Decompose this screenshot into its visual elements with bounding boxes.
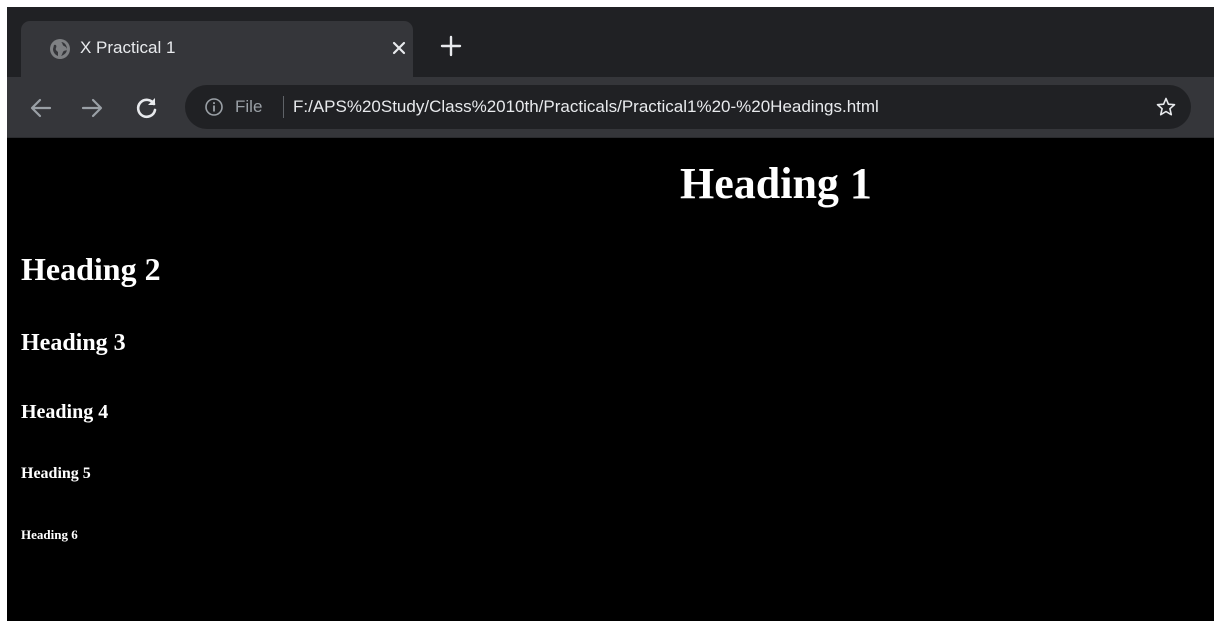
heading-6: Heading 6 (21, 527, 78, 542)
heading-3: Heading 3 (21, 330, 126, 356)
arrow-right-icon[interactable] (79, 95, 105, 121)
url-divider (283, 96, 284, 118)
reload-icon[interactable] (134, 95, 160, 121)
tab-title: X Practical 1 (80, 38, 176, 57)
plus-icon[interactable] (439, 34, 463, 58)
info-icon[interactable] (204, 97, 224, 117)
heading-2: Heading 2 (21, 251, 161, 287)
globe-icon (50, 39, 70, 59)
address-bar[interactable]: File F:/APS%20Study/Class%2010th/Practic… (185, 85, 1191, 129)
heading-4: Heading 4 (21, 401, 109, 423)
page-content: Heading 1 Heading 2 Heading 3 Heading 4 … (7, 138, 1214, 621)
url-text[interactable]: F:/APS%20Study/Class%2010th/Practicals/P… (293, 95, 879, 119)
tab-active[interactable]: X Practical 1 (21, 21, 413, 77)
heading-1: Heading 1 (680, 159, 872, 208)
arrow-left-icon[interactable] (28, 95, 54, 121)
browser-window: X Practical 1 File F:/APS%20Study/Class%… (7, 7, 1214, 621)
scheme-label: File (235, 97, 263, 116)
browser-toolbar: File F:/APS%20Study/Class%2010th/Practic… (7, 77, 1214, 138)
star-icon[interactable] (1155, 96, 1177, 118)
tab-strip: X Practical 1 (7, 7, 1214, 77)
heading-5: Heading 5 (21, 465, 91, 482)
close-icon[interactable] (388, 37, 410, 59)
